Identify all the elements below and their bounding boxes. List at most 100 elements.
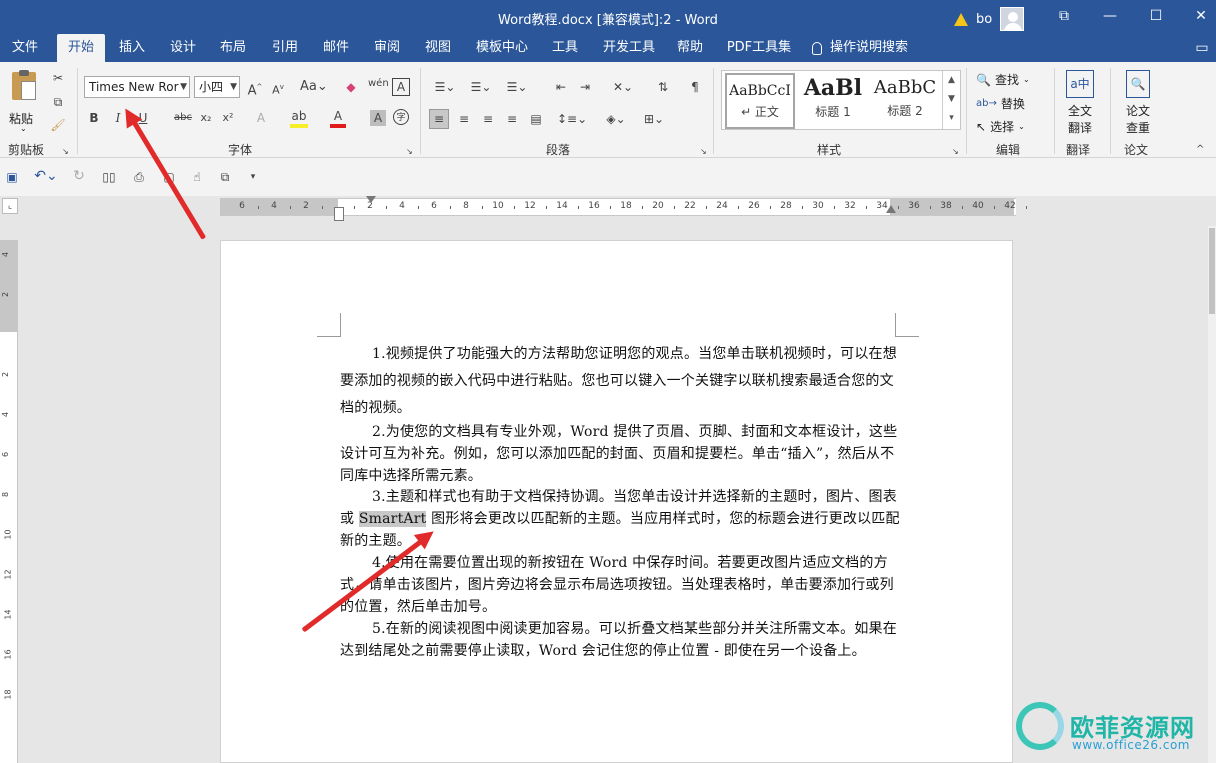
sort-icon[interactable]: ⇅ — [654, 79, 672, 95]
tab-references[interactable]: 引用 — [263, 34, 307, 62]
tab-insert[interactable]: 插入 — [110, 34, 154, 62]
user-area[interactable]: bo — [954, 7, 1025, 31]
tell-me-label: 操作说明搜索 — [830, 40, 909, 55]
tab-home[interactable]: 开始 — [57, 34, 105, 62]
numbering-icon[interactable]: ☰⌄ — [466, 79, 496, 95]
paragraph-5[interactable]: 5.在新的阅读视图中阅读更加容易。可以折叠文档某些部分并关注所需文本。如果在达到… — [340, 618, 900, 662]
user-name[interactable]: bo — [976, 12, 992, 27]
close-button[interactable]: ✕ — [1186, 4, 1216, 28]
touch-mode-icon[interactable]: ☝ — [188, 169, 206, 185]
selected-text-smartart[interactable]: SmartArt — [358, 511, 427, 527]
ruler-tick-mark — [482, 206, 483, 209]
tab-help[interactable]: 帮助 — [668, 34, 712, 62]
style-preview: AaBbCcI — [729, 83, 791, 99]
chinese-layout-icon[interactable]: ✕⌄ — [608, 79, 638, 95]
ruler-tick-label: 2 — [1, 291, 11, 298]
tab-design[interactable]: 设计 — [161, 34, 205, 62]
vertical-ruler[interactable]: 4 2 2 4 6 8 10 12 14 16 18 — [0, 240, 18, 763]
tab-developer[interactable]: 开发工具 — [597, 34, 661, 62]
borders-icon[interactable]: ⊞⌄ — [640, 111, 668, 127]
increase-indent-icon[interactable]: ⇥ — [576, 79, 594, 95]
tab-file[interactable]: 文件 — [0, 34, 50, 62]
style-heading-2[interactable]: AaBbC 标题 2 — [870, 73, 940, 129]
copy-icon[interactable]: ⧉ — [50, 94, 66, 110]
paragraph-2[interactable]: 2.为使您的文档具有专业外观，Word 提供了页眉、页脚、封面和文本框设计，这些… — [340, 421, 900, 487]
replace-button[interactable]: ab→ 替换 — [976, 95, 1025, 112]
show-formatting-icon[interactable]: ¶ — [687, 79, 703, 95]
phonetic-guide-icon[interactable]: wén — [368, 76, 389, 92]
paste-button[interactable]: 粘贴 ⌄ — [6, 70, 44, 133]
decrease-indent-icon[interactable]: ⇤ — [552, 79, 570, 95]
comments-icon[interactable]: ▭ — [1190, 34, 1214, 62]
collapse-ribbon-icon[interactable]: ^ — [1196, 142, 1204, 158]
highlight-color-icon[interactable]: ab — [290, 108, 308, 128]
align-center-icon[interactable]: ≡ — [455, 111, 473, 127]
paragraph-4[interactable]: 4.使用在需要位置出现的新按钮在 Word 中保存时间。若要更改图片适应文档的方… — [340, 552, 900, 618]
paper-check-button[interactable]: 🔍 论文 查重 — [1120, 70, 1156, 136]
scrollbar-thumb[interactable] — [1209, 228, 1215, 314]
tab-mailings[interactable]: 邮件 — [314, 34, 358, 62]
warning-icon[interactable] — [954, 12, 968, 26]
align-right-icon[interactable]: ≡ — [479, 111, 497, 127]
right-indent-marker[interactable] — [886, 205, 896, 213]
customize-qat-icon[interactable]: ▾ — [247, 169, 259, 185]
character-border-icon[interactable]: A — [392, 78, 410, 96]
tab-selector[interactable]: ⌞ — [2, 198, 18, 214]
maximize-button[interactable]: ☐ — [1141, 4, 1171, 28]
format-painter-icon[interactable]: 🖌 — [50, 117, 66, 133]
multilevel-list-icon[interactable]: ☰⌄ — [502, 79, 532, 95]
tab-tools[interactable]: 工具 — [543, 34, 587, 62]
paragraph-1[interactable]: 1.视频提供了功能强大的方法帮助您证明您的观点。当您单击联机视频时，可以在想要添… — [340, 341, 900, 422]
ruler-tick-mark — [1026, 206, 1027, 209]
left-indent-marker[interactable] — [334, 207, 344, 221]
ruler-tick-label: 4 — [399, 201, 405, 211]
undo-icon[interactable]: ↶⌄ — [32, 168, 60, 184]
enclose-characters-icon[interactable]: 字 — [393, 109, 409, 125]
compare-icon[interactable]: ⧉ — [216, 169, 234, 185]
avatar[interactable] — [1000, 7, 1025, 31]
align-left-icon[interactable]: ≡ — [429, 109, 449, 129]
select-button[interactable]: ↖ 选择 ⌄ — [976, 118, 1025, 135]
change-case-icon[interactable]: Aa⌄ — [300, 79, 328, 95]
grow-font-icon[interactable]: A^ — [247, 79, 263, 99]
style-preview: AaBl — [803, 75, 863, 101]
font-name-combo[interactable]: Times New Ror ▼ — [84, 76, 190, 98]
line-spacing-icon[interactable]: ↕≡⌄ — [557, 111, 587, 127]
tab-view[interactable]: 视图 — [416, 34, 460, 62]
tab-template-center[interactable]: 模板中心 — [470, 34, 534, 62]
subscript-icon[interactable]: x₂ — [198, 110, 214, 126]
ribbon-display-options-button[interactable]: ⧉ — [1049, 4, 1079, 28]
ruler-tick-mark — [706, 206, 707, 209]
font-size-combo[interactable]: 小四 ▼ — [194, 76, 240, 98]
bold-icon[interactable]: B — [87, 110, 101, 126]
clear-formatting-icon[interactable]: ◆ — [343, 79, 359, 95]
ruler-tick-label: 28 — [780, 201, 792, 211]
tab-review[interactable]: 审阅 — [365, 34, 409, 62]
text-effects-icon[interactable]: A — [252, 110, 270, 126]
shrink-font-icon[interactable]: Av — [270, 79, 286, 99]
vertical-scrollbar[interactable] — [1208, 226, 1216, 763]
justify-icon[interactable]: ≡ — [503, 111, 521, 127]
print-preview-icon[interactable]: ⎙ — [130, 169, 148, 185]
shading-icon[interactable]: ◈⌄ — [602, 111, 630, 127]
strikethrough-icon[interactable]: abc — [172, 110, 194, 126]
tell-me-search[interactable]: 操作说明搜索 — [812, 34, 932, 62]
font-color-icon[interactable]: A — [330, 108, 346, 128]
style-heading-1[interactable]: AaBl 标题 1 — [798, 73, 868, 129]
tab-layout[interactable]: 布局 — [211, 34, 255, 62]
first-line-indent-marker[interactable] — [366, 196, 376, 203]
bullets-icon[interactable]: ☰⌄ — [430, 79, 460, 95]
read-mode-icon[interactable]: ▯▯ — [100, 169, 118, 185]
full-text-translate-button[interactable]: a中 全文 翻译 — [1062, 70, 1098, 136]
redo-icon[interactable]: ↻ — [71, 168, 87, 184]
save-icon[interactable]: ▣ — [4, 169, 20, 185]
styles-scroll[interactable]: ▲ ▼ ▾ — [942, 71, 960, 129]
tab-pdf-tools[interactable]: PDF工具集 — [722, 34, 796, 62]
minimize-button[interactable]: — — [1095, 4, 1125, 28]
distributed-icon[interactable]: ▤ — [527, 111, 545, 127]
superscript-icon[interactable]: x² — [220, 110, 236, 126]
style-normal[interactable]: AaBbCcI ↵ 正文 — [725, 73, 795, 129]
cut-icon[interactable]: ✂ — [50, 70, 66, 86]
find-button[interactable]: 🔍 查找 ⌄ — [976, 71, 1030, 88]
character-shading-icon[interactable]: A — [370, 110, 386, 126]
